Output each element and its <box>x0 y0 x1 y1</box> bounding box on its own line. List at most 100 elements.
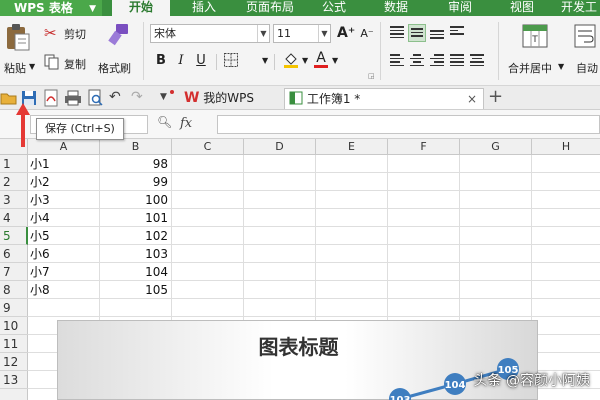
cell-b3[interactable]: 100 <box>100 191 171 209</box>
cell-a3[interactable]: 小3 <box>28 191 99 209</box>
row-header-6[interactable]: 6 <box>0 245 28 263</box>
chevron-down-icon: ▼ <box>262 56 269 65</box>
column-header-c[interactable]: C <box>172 139 244 155</box>
export-pdf-icon[interactable] <box>42 89 60 107</box>
shrink-font-button[interactable]: A⁻ <box>358 25 376 43</box>
column-header-d[interactable]: D <box>244 139 316 155</box>
tab-data[interactable]: 数据 <box>372 0 420 16</box>
doc-tab-my-wps[interactable]: W 我的WPS <box>180 88 282 109</box>
row-header-8[interactable]: 8 <box>0 281 28 299</box>
copy-button[interactable]: 复制 <box>44 54 96 72</box>
tab-review[interactable]: 审阅 <box>436 0 484 16</box>
column-header-a[interactable]: A <box>28 139 100 155</box>
font-name-select[interactable]: 宋体 ▼ <box>150 24 270 43</box>
cell-a6[interactable]: 小6 <box>28 245 99 263</box>
copy-icon <box>44 54 59 70</box>
border-icon <box>224 53 238 67</box>
row-header-5[interactable]: 5 <box>0 227 28 245</box>
chevron-down-icon: ▼ <box>332 56 339 65</box>
row-header-4[interactable]: 4 <box>0 209 28 227</box>
row-header-10[interactable]: 10 <box>0 317 28 335</box>
cell-a2[interactable]: 小2 <box>28 173 99 191</box>
text-direction-button[interactable] <box>448 24 466 42</box>
chevron-down-icon: ▼ <box>558 62 565 71</box>
divider <box>498 22 499 80</box>
column-header-h[interactable]: H <box>532 139 600 155</box>
grow-font-button[interactable]: A⁺ <box>337 24 355 42</box>
paint-bucket-icon <box>284 53 298 68</box>
tab-view[interactable]: 视图 <box>498 0 546 16</box>
row-header-13[interactable]: 13 <box>0 371 28 389</box>
merge-center-button[interactable]: T 合并居中 ▼ <box>504 22 564 82</box>
customize-quick-access-icon[interactable]: ▼ <box>160 92 167 102</box>
row-header-3[interactable]: 3 <box>0 191 28 209</box>
cell-a7[interactable]: 小7 <box>28 263 99 281</box>
column-header-b[interactable]: B <box>100 139 172 155</box>
print-preview-icon[interactable] <box>86 89 104 107</box>
chevron-down-icon: ▼ <box>302 56 309 65</box>
tab-insert[interactable]: 插入 <box>180 0 228 16</box>
row-header-2[interactable]: 2 <box>0 173 28 191</box>
chevron-down-icon: ▼ <box>318 25 330 42</box>
align-center-button[interactable] <box>408 52 426 70</box>
underline-button[interactable]: U <box>192 52 210 70</box>
cut-button[interactable]: ✂ 剪切 <box>44 24 96 42</box>
cell-b2[interactable]: 99 <box>100 173 171 191</box>
column-header-f[interactable]: F <box>388 139 460 155</box>
align-bottom-button[interactable] <box>428 24 446 42</box>
row-header-1[interactable]: 1 <box>0 155 28 173</box>
doc-tab-workbook[interactable]: 工作簿1 * × <box>284 88 484 109</box>
cell-a4[interactable]: 小4 <box>28 209 99 227</box>
border-button[interactable] <box>222 52 240 70</box>
font-size-value: 11 <box>277 27 291 40</box>
format-painter-button[interactable]: 格式刷 <box>98 22 138 82</box>
app-menu-button[interactable]: WPS 表格 ▼ <box>0 0 102 16</box>
italic-button[interactable]: I <box>172 52 190 70</box>
cell-b6[interactable]: 103 <box>100 245 171 263</box>
column-header-g[interactable]: G <box>460 139 532 155</box>
column-header-e[interactable]: E <box>316 139 388 155</box>
fill-color-button[interactable] <box>282 50 300 68</box>
redo-icon[interactable]: ↷ <box>131 89 143 105</box>
cell-a5[interactable]: 小5 <box>28 227 99 245</box>
formula-input[interactable] <box>217 115 600 134</box>
row-header-12[interactable]: 12 <box>0 353 28 371</box>
cell-a8[interactable]: 小8 <box>28 281 99 299</box>
paste-button[interactable]: 粘贴 ▼ <box>4 22 35 82</box>
align-left-button[interactable] <box>388 52 406 70</box>
tab-home[interactable]: 开始 <box>112 0 170 16</box>
ribbon: 粘贴 ▼ ✂ 剪切 复制 格式刷 宋体 ▼ 11 ▼ A⁺ A⁻ B I U ▼… <box>0 16 600 86</box>
distributed-button[interactable] <box>468 52 486 70</box>
tab-developer[interactable]: 开发工 <box>556 0 600 16</box>
undo-icon[interactable]: ↶ <box>109 89 121 105</box>
bold-button[interactable]: B <box>152 52 170 70</box>
menu-bar: WPS 表格 ▼ 开始 插入 页面布局 公式 数据 审阅 视图 开发工 <box>0 0 600 16</box>
cell-a1[interactable]: 小1 <box>28 155 99 173</box>
cell-b8[interactable]: 105 <box>100 281 171 299</box>
column-header-bar: A B C D E F G H <box>0 139 600 155</box>
row-header-7[interactable]: 7 <box>0 263 28 281</box>
font-color-button[interactable]: A <box>312 49 330 68</box>
dialog-launcher-icon[interactable]: ◲ <box>368 72 375 80</box>
justify-button[interactable] <box>448 52 466 70</box>
insert-function-button[interactable]: fx <box>180 116 192 131</box>
cell-b4[interactable]: 101 <box>100 209 171 227</box>
data-label: 104 <box>445 380 466 391</box>
wrap-text-button[interactable]: 自动 <box>570 22 600 82</box>
align-right-button[interactable] <box>428 52 446 70</box>
print-icon[interactable] <box>64 89 82 107</box>
tab-formula[interactable]: 公式 <box>310 0 358 16</box>
line-chart[interactable]: 图表标题 103104105 <box>57 320 538 400</box>
close-icon[interactable]: × <box>467 89 477 109</box>
cell-b5[interactable]: 102 <box>100 227 171 245</box>
align-middle-button[interactable] <box>408 24 426 42</box>
zoom-search-icon[interactable]: 🔍︎ <box>157 115 172 129</box>
font-size-select[interactable]: 11 ▼ <box>273 24 331 43</box>
align-top-button[interactable] <box>388 24 406 42</box>
new-tab-plus-icon[interactable]: + <box>488 86 503 107</box>
tab-page-layout[interactable]: 页面布局 <box>238 0 302 16</box>
row-header-11[interactable]: 11 <box>0 335 28 353</box>
cell-b1[interactable]: 98 <box>100 155 171 173</box>
cell-b7[interactable]: 104 <box>100 263 171 281</box>
row-header-9[interactable]: 9 <box>0 299 28 317</box>
